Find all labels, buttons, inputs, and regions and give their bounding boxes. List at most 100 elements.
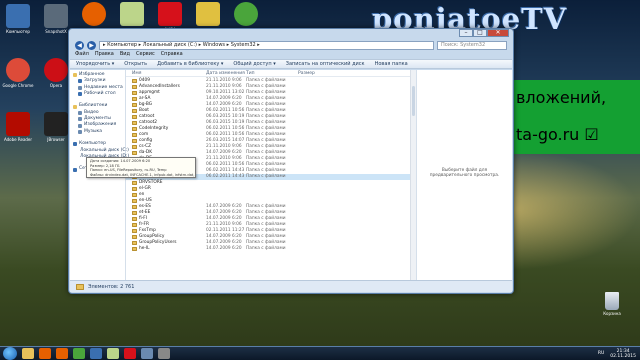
desktop-icon-label: JBrowser — [47, 137, 65, 142]
folder-icon — [132, 85, 137, 89]
desktop-icon-0[interactable]: Компьютер — [2, 4, 34, 34]
file-date: 14.07.2009 6:20 — [206, 246, 242, 251]
chrome-icon — [6, 58, 30, 82]
nav-item-label: Рабочий стол — [84, 90, 116, 96]
computer-icon — [6, 4, 30, 28]
desktop-icon-label: Opera — [49, 83, 63, 88]
nav-item-label: Музыка — [84, 128, 102, 134]
taskbar-firefox-icon[interactable] — [56, 348, 68, 359]
desktop-icon-label: SnapshotX — [45, 29, 67, 34]
window-titlebar[interactable]: – □ ✕ — [69, 29, 513, 39]
desktop-icon-label: Google Chrome — [2, 83, 34, 88]
desktop-icon-4[interactable]: Adobe Reader — [2, 112, 34, 142]
taskbar-notepad-icon[interactable] — [107, 348, 119, 359]
maximize-button[interactable]: □ — [473, 29, 487, 37]
desktop-icon — [78, 92, 82, 97]
start-button[interactable] — [3, 347, 17, 360]
top-app-4[interactable] — [230, 2, 262, 27]
folder-icon — [132, 139, 137, 143]
taskbar-explorer-icon[interactable] — [22, 348, 34, 359]
folder-icon — [132, 133, 137, 137]
taskbar-utorrent-icon[interactable] — [73, 348, 85, 359]
top-app-1[interactable] — [116, 2, 148, 27]
folder-icon — [132, 79, 137, 83]
language-indicator[interactable]: RU — [598, 351, 604, 356]
promo-banner: вложений, ta-go.ru ☑ — [512, 80, 640, 154]
taskbar: RU 21:34 02.11.2015 — [0, 346, 640, 360]
folder-icon — [132, 217, 137, 221]
recycle-bin-icon — [605, 292, 619, 310]
snapshot-icon — [44, 4, 68, 28]
column-header-1[interactable]: Дата изменения — [206, 70, 246, 76]
file-name-cell: he-IL — [126, 246, 206, 252]
scroll-thumb[interactable] — [412, 86, 415, 116]
network-icon — [73, 167, 77, 172]
toolbar-button-0[interactable]: Упорядочить ▾ — [76, 60, 114, 68]
menu-item-3[interactable]: Сервис — [136, 51, 155, 58]
menu-item-2[interactable]: Вид — [120, 51, 130, 58]
taskbar-app-icon[interactable] — [90, 348, 102, 359]
menu-item-0[interactable]: Файл — [75, 51, 89, 58]
j-icon — [44, 112, 68, 136]
toolbar-button-1[interactable]: Открыть — [124, 60, 147, 68]
images-icon — [78, 123, 82, 128]
taskbar-media-player-icon[interactable] — [39, 348, 51, 359]
column-header-0[interactable]: Имя — [126, 70, 206, 76]
music-icon — [78, 129, 82, 134]
opera-icon — [44, 58, 68, 82]
banner-line-2: ta-go.ru ☑ — [516, 125, 599, 144]
menu-item-4[interactable]: Справка — [161, 51, 183, 58]
folder-icon — [132, 151, 137, 155]
video-icon — [78, 110, 82, 115]
folder-icon — [132, 229, 137, 233]
menu-item-1[interactable]: Правка — [95, 51, 114, 58]
toolbar-button-2[interactable]: Добавить в библиотеку ▾ — [157, 60, 223, 68]
toolbar-button-5[interactable]: Новая папка — [375, 60, 408, 68]
item-count: Элементов: 2 761 — [88, 284, 135, 290]
star-icon — [73, 73, 77, 78]
address-bar[interactable]: ▸ Компьютер ▸ Локальный диск (C:) ▸ Wind… — [99, 40, 434, 50]
notepad-icon — [120, 2, 144, 26]
folder-icon — [132, 199, 137, 203]
minimize-button[interactable]: – — [459, 29, 473, 37]
taskbar-app-icon[interactable] — [141, 348, 153, 359]
menu-bar: Файл Правка Вид Сервис Справка — [73, 51, 509, 58]
firefox-icon — [82, 2, 106, 26]
column-header-3[interactable]: Размер — [298, 70, 328, 76]
banner-line-1: вложений, — [516, 88, 607, 107]
folder-icon — [132, 247, 137, 251]
folder-icon — [132, 115, 137, 119]
desktop-icon-label: Adobe Reader — [3, 137, 33, 142]
taskbar-app-icon[interactable] — [158, 348, 170, 359]
recycle-bin[interactable]: Корзина — [602, 292, 622, 316]
close-button[interactable]: ✕ — [487, 29, 509, 37]
folder-icon — [132, 181, 137, 185]
toolbar-button-4[interactable]: Записать на оптический диск — [286, 60, 365, 68]
search-input[interactable]: Поиск: System32 — [437, 40, 507, 50]
desktop-icon-2[interactable]: Google Chrome — [2, 58, 34, 88]
column-header-2[interactable]: Тип — [246, 70, 298, 76]
downloads-icon — [78, 79, 82, 84]
toolbar-button-3[interactable]: Общий доступ ▾ — [233, 60, 275, 68]
folder-icon — [132, 241, 137, 245]
forward-arrow-icon[interactable]: ▶ — [87, 40, 96, 50]
folder-icon — [132, 103, 137, 107]
top-app-0[interactable] — [78, 2, 110, 27]
clock[interactable]: 21:34 02.11.2015 — [610, 349, 636, 359]
clock-date: 02.11.2015 — [610, 353, 636, 359]
recycle-bin-label: Корзина — [603, 311, 621, 316]
desktop-icon-1[interactable]: SnapshotX — [40, 4, 72, 34]
folder-icon — [132, 235, 137, 239]
top-app-3[interactable] — [192, 2, 224, 27]
preview-pane: Выберите файл для предварительного просм… — [416, 70, 512, 280]
utorrent-icon — [234, 2, 258, 26]
folder-icon — [76, 284, 84, 290]
file-row[interactable]: he-IL 14.07.2009 6:20 Папка с файлами — [126, 246, 416, 252]
recent-icon — [78, 85, 82, 90]
taskbar-avira-icon[interactable] — [124, 348, 136, 359]
folder-icon — [132, 127, 137, 131]
file-name: he-IL — [139, 246, 150, 251]
column-headers: Имя Дата изменения Тип Размер — [126, 70, 416, 77]
back-arrow-icon[interactable]: ◀ — [75, 40, 84, 50]
folder-tooltip: Дата создания: 14.07.2009 6:20 Размер: 2,… — [86, 157, 196, 178]
